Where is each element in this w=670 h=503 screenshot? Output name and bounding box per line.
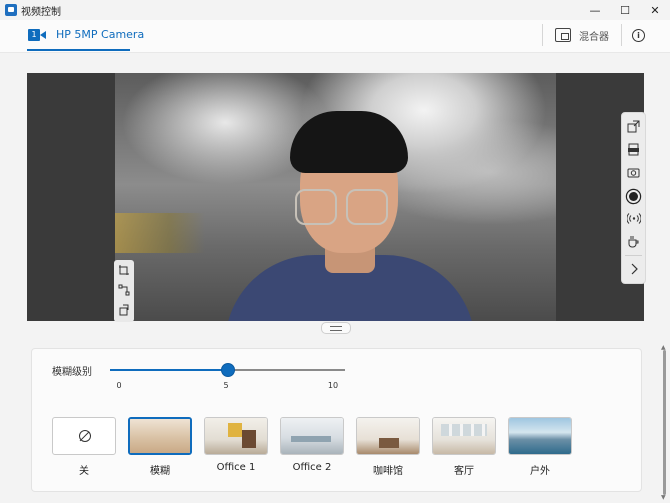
rotate-icon[interactable]: [117, 303, 131, 317]
minimize-button[interactable]: —: [580, 0, 610, 20]
camera-tab-label[interactable]: HP 5MP Camera: [56, 28, 144, 41]
left-toolbar: [114, 260, 134, 322]
mixer-button-label[interactable]: 混合器: [579, 28, 609, 43]
glasses-lens-right: [346, 189, 388, 225]
coffee-icon[interactable]: [626, 234, 641, 249]
person-hair: [290, 111, 408, 173]
background-option-label: Office 1: [216, 462, 256, 473]
background-option-label: 模糊: [150, 466, 170, 477]
camera-capture-icon[interactable]: [626, 165, 641, 180]
none-icon: [79, 430, 91, 442]
broadcast-icon[interactable]: [626, 211, 641, 226]
camera-feed: [115, 73, 556, 321]
mixer-icon[interactable]: [555, 28, 571, 42]
blur-tick-mid: 5: [223, 381, 229, 390]
glasses-lens-left: [295, 189, 337, 225]
background-option-label: 客厅: [454, 466, 474, 477]
background-option-label: 户外: [530, 466, 550, 477]
effects-panel: 模糊级别 0 5 10 关 模糊 Office 1 Office 2 咖啡馆 客…: [31, 348, 642, 492]
background-option-label: Office 2: [292, 462, 332, 473]
divider: [621, 24, 622, 46]
camera-index: 1: [28, 29, 40, 41]
camera-tab-icon[interactable]: 1: [28, 29, 46, 41]
background-option-outdoor[interactable]: [508, 417, 572, 455]
info-icon[interactable]: i: [632, 29, 645, 42]
blur-slider[interactable]: [110, 363, 345, 377]
close-button[interactable]: ✕: [640, 0, 670, 20]
office1-art: [228, 423, 242, 437]
divider: [625, 255, 642, 256]
camera-header: 1 HP 5MP Camera 混合器 i: [0, 20, 670, 53]
background-option-off[interactable]: [52, 417, 116, 455]
background-option-office1[interactable]: [204, 417, 268, 455]
blur-tick-min: 0: [116, 381, 122, 390]
right-toolbar: [621, 112, 646, 284]
blur-slider-thumb[interactable]: [220, 363, 235, 377]
blur-slider-fill: [110, 369, 228, 371]
title-bar: 视频控制 — ☐ ✕: [0, 0, 670, 20]
background-option-living-room[interactable]: [432, 417, 496, 455]
record-icon[interactable]: [626, 189, 641, 204]
divider: [542, 24, 543, 46]
background-option-label: 咖啡馆: [373, 466, 403, 477]
adjust-points-icon[interactable]: [117, 283, 131, 297]
office1-shelf: [242, 430, 256, 448]
background-option-blur[interactable]: [128, 417, 192, 455]
active-tab-indicator: [27, 49, 130, 51]
expand-icon[interactable]: [626, 119, 641, 134]
blur-tick-max: 10: [327, 381, 339, 390]
scroll-down-arrow[interactable]: ▼: [661, 494, 666, 501]
scrollbar-thumb[interactable]: [663, 350, 666, 495]
maximize-button[interactable]: ☐: [610, 0, 640, 20]
cafe-counter: [379, 438, 399, 448]
blurred-background: [115, 213, 205, 253]
pdf-icon[interactable]: [626, 142, 641, 157]
background-option-label: 关: [79, 466, 89, 477]
outdoor-thumbnail: [509, 418, 571, 454]
cafe-thumbnail: [357, 418, 419, 454]
crop-icon[interactable]: [117, 263, 131, 277]
blur-level-label: 模糊级别: [52, 367, 92, 378]
living-room-windows: [441, 424, 487, 436]
background-option-cafe[interactable]: [356, 417, 420, 455]
video-camera-icon: [40, 31, 46, 39]
resize-handle[interactable]: [321, 322, 351, 334]
window-title: 视频控制: [21, 7, 61, 18]
blur-thumbnail: [130, 419, 190, 453]
background-option-office2[interactable]: [280, 417, 344, 455]
chevron-right-icon[interactable]: [626, 261, 641, 276]
office2-desk: [291, 436, 331, 442]
app-icon: [5, 4, 17, 16]
